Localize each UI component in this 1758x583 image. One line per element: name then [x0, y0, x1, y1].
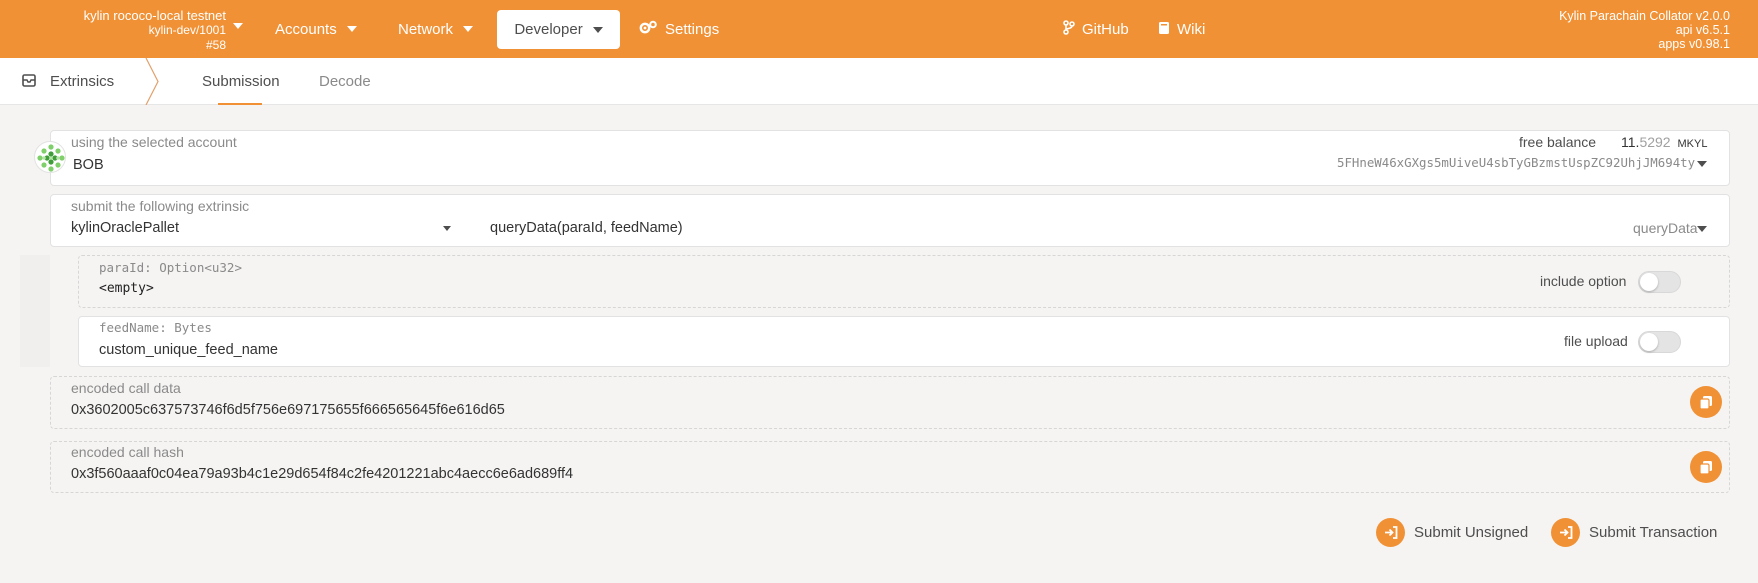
chain-selector[interactable]: kylin rococo-local testnet kylin-dev/100… [0, 8, 228, 53]
encoded-hash-value: 0x3f560aaaf0c04ea79a93b4c1e29d654f84c2fe… [71, 466, 574, 482]
param-paraid-value: <empty> [99, 281, 154, 296]
chevron-down-icon[interactable] [1697, 161, 1707, 167]
chevron-down-icon [463, 26, 474, 32]
nav-developer[interactable]: Developer [497, 10, 620, 49]
active-tab-indicator [218, 103, 262, 105]
tab-decode[interactable]: Decode [319, 58, 371, 105]
chevron-down-icon[interactable] [1697, 226, 1707, 232]
archive-icon [22, 73, 36, 90]
encoded-data-value: 0x3602005c637573746f6d5f756e697175655f66… [71, 402, 505, 418]
balance-label: free balance [1519, 134, 1597, 150]
encoded-data-label: encoded call data [71, 380, 181, 396]
nav-accounts-label: Accounts [275, 20, 337, 38]
nav-wiki[interactable]: Wiki [1158, 0, 1205, 58]
version-info: Kylin Parachain Collator v2.0.0 api v6.5… [1559, 9, 1730, 51]
nav-wiki-label: Wiki [1177, 20, 1206, 38]
avatar [34, 141, 66, 173]
nav-settings-label: Settings [665, 20, 720, 38]
account-address: 5FHneW46xGXgs5mUiveU4sbTyGBzmstUspZC92Uh… [1337, 155, 1696, 170]
extrinsic-selector [50, 194, 1730, 247]
copy-data-button[interactable] [1690, 386, 1722, 418]
nav-developer-label: Developer [514, 21, 583, 38]
gears-icon [639, 20, 658, 38]
chevron-down-icon[interactable] [233, 23, 243, 29]
account-label: using the selected account [71, 134, 237, 150]
nav-github-label: GitHub [1082, 20, 1129, 38]
file-upload-toggle[interactable] [1638, 331, 1681, 353]
section-title: Extrinsics [50, 73, 115, 90]
encoded-hash-label: encoded call hash [71, 444, 184, 460]
nav-settings[interactable]: Settings [639, 0, 719, 58]
params-side-band [20, 255, 50, 367]
copy-icon [1699, 395, 1712, 410]
sign-in-icon [1376, 518, 1405, 547]
method-name: queryData [1633, 220, 1698, 236]
balance-unit: MKYL [1677, 138, 1708, 150]
tab-decode-label: Decode [319, 73, 371, 90]
balance-int: 11. [1621, 134, 1640, 150]
param-paraid [78, 255, 1730, 308]
extrinsic-label: submit the following extrinsic [71, 198, 250, 214]
node-version: Kylin Parachain Collator v2.0.0 [1559, 9, 1730, 23]
nav-network[interactable]: Network [398, 0, 474, 58]
top-bar: kylin rococo-local testnet kylin-dev/100… [0, 0, 1758, 58]
nav-network-label: Network [398, 20, 454, 38]
submit-transaction-label: Submit Transaction [1589, 524, 1718, 541]
chain-sub: kylin-dev/1001 [148, 23, 226, 37]
file-upload-label: file upload [1564, 333, 1628, 349]
free-balance: 11.5292 MKYL [1621, 134, 1707, 150]
submit-unsigned-label: Submit Unsigned [1414, 524, 1529, 541]
sub-nav: Extrinsics Submission Decode [0, 58, 1758, 105]
chevron-down-icon [592, 26, 603, 33]
tab-submission-label: Submission [202, 73, 280, 90]
param-paraid-label: paraId: Option<u32> [99, 260, 242, 275]
param-feedname-label: feedName: Bytes [99, 320, 212, 335]
chevron-down-icon[interactable] [443, 226, 451, 231]
code-branch-icon [1063, 20, 1075, 38]
sign-in-icon [1551, 518, 1580, 547]
copy-hash-button[interactable] [1690, 451, 1722, 483]
book-icon [1158, 21, 1170, 38]
breadcrumb-chevron [145, 58, 159, 105]
account-name: BOB [73, 157, 104, 173]
feedname-input[interactable] [99, 339, 1399, 361]
block-number: #58 [205, 38, 226, 52]
pallet-dropdown[interactable]: kylinOraclePallet [71, 220, 179, 236]
copy-icon [1699, 460, 1712, 475]
call-dropdown[interactable]: queryData(paraId, feedName) [490, 220, 683, 236]
chain-name: kylin rococo-local testnet [83, 8, 226, 23]
include-option-toggle[interactable] [1638, 271, 1681, 293]
nav-github[interactable]: GitHub [1063, 0, 1129, 58]
submit-transaction-button[interactable]: Submit Transaction [1551, 518, 1717, 547]
balance-dec: 5292 [1639, 134, 1671, 150]
submit-unsigned-button[interactable]: Submit Unsigned [1376, 518, 1528, 547]
chevron-down-icon [346, 26, 357, 32]
tab-submission[interactable]: Submission [202, 58, 280, 105]
section-extrinsics: Extrinsics [22, 58, 114, 105]
include-option-label: include option [1540, 273, 1627, 289]
apps-version: apps v0.98.1 [1658, 37, 1730, 51]
nav-accounts[interactable]: Accounts [275, 0, 357, 58]
api-version: api v6.5.1 [1675, 23, 1730, 37]
